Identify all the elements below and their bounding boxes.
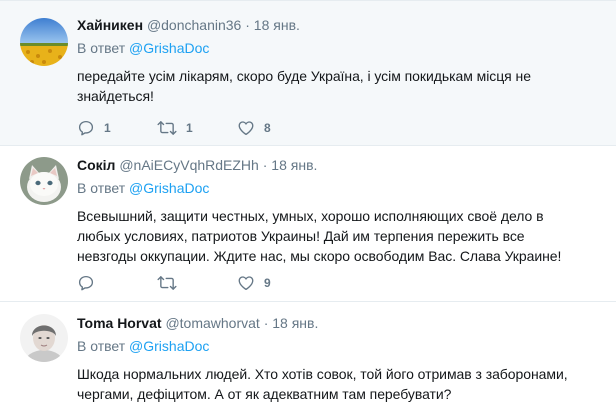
tweet-text-line: знайдеться! [77,88,154,104]
tweet-text: передайте усім лікарям, скоро буде Украї… [77,66,606,106]
tweet-text-line: невзгоды оккупации. Ждите нас, мы скоро … [77,248,562,264]
reply-icon [78,120,94,136]
reply-context: В ответ @GrishaDoc [77,337,606,355]
tweet[interactable]: Сокіл @nAiECyVqhRdEZHh · 18 янв. В ответ… [0,146,616,302]
author-handle[interactable]: @tomawhorvat [165,315,259,331]
like-icon [238,276,254,291]
retweet-button[interactable]: 1 [157,118,193,138]
reply-mention-link[interactable]: @GrishaDoc [129,40,209,56]
reply-icon [78,275,94,291]
like-button[interactable]: 9 [237,273,271,293]
tweet-header: Toma Horvat @tomawhorvat · 18 янв. [77,314,606,332]
portrait-photo-avatar-image [20,314,68,362]
tweet-content: Toma Horvat @tomawhorvat · 18 янв. В отв… [77,314,606,404]
tweet-text-line: Шкода нормальних людей. Хто хотів совок,… [77,366,568,382]
retweet-count: 1 [186,121,193,135]
reply-prefix: В ответ [77,338,126,354]
tweet-text-line: Всевышний, защити честных, умных, хорошо… [77,208,544,224]
like-button[interactable]: 8 [237,118,271,138]
reply-button[interactable]: 1 [77,118,111,138]
retweet-button[interactable] [157,273,186,293]
like-count: 8 [264,121,271,135]
avatar[interactable] [20,18,68,66]
avatar[interactable] [20,314,68,362]
separator-dot: · [245,17,250,33]
reply-prefix: В ответ [77,40,126,56]
tweet-timestamp[interactable]: 18 янв. [272,315,318,331]
tweet-text-line: передайте усім лікарям, скоро буде Украї… [77,68,531,84]
reply-mention-link[interactable]: @GrishaDoc [129,180,209,196]
tweet-timestamp[interactable]: 18 янв. [271,157,317,173]
reply-context: В ответ @GrishaDoc [77,39,606,57]
reply-count: 1 [104,121,111,135]
like-icon [238,121,254,136]
retweet-icon [157,121,177,135]
retweet-icon [157,276,177,290]
author-handle[interactable]: @nAiECyVqhRdEZHh [119,157,259,173]
tweet-content: Сокіл @nAiECyVqhRdEZHh · 18 янв. В ответ… [77,156,606,266]
separator-dot: · [262,157,268,173]
reply-context: В ответ @GrishaDoc [77,179,606,197]
reply-button[interactable] [77,273,104,293]
separator-dot: · [263,315,269,331]
tweet[interactable]: Хайникен @donchanin36 · 18 янв. В ответ … [0,0,616,146]
reply-prefix: В ответ [77,180,126,196]
tweet-text: Всевышний, защити честных, умных, хорошо… [77,206,606,266]
reply-feed: Хайникен @donchanin36 · 18 янв. В ответ … [0,0,616,414]
tweet-text-line: любых условиях, патриотов Украины! Дай и… [77,228,525,244]
tweet-content: Хайникен @donchanin36 · 18 янв. В ответ … [77,16,606,106]
tweet-header: Хайникен @donchanin36 · 18 янв. [77,16,606,34]
tweet-timestamp[interactable]: 18 янв. [254,17,300,33]
sunflower-field-avatar-image [20,18,68,66]
tweet-text: Шкода нормальних людей. Хто хотів совок,… [77,364,606,404]
tweet-header: Сокіл @nAiECyVqhRdEZHh · 18 янв. [77,156,606,174]
author-handle[interactable]: @donchanin36 [147,17,241,33]
tweet-text-line: чергами, дефіцитом. А от як адекватним т… [77,386,452,402]
author-name[interactable]: Сокіл [77,157,115,173]
avatar[interactable] [20,157,68,205]
tweet[interactable]: Toma Horvat @tomawhorvat · 18 янв. В отв… [0,302,616,414]
reply-mention-link[interactable]: @GrishaDoc [129,338,209,354]
like-count: 9 [264,276,271,290]
author-name[interactable]: Toma Horvat [77,315,162,331]
white-kitten-avatar-image [20,157,68,205]
author-name[interactable]: Хайникен [77,17,143,33]
